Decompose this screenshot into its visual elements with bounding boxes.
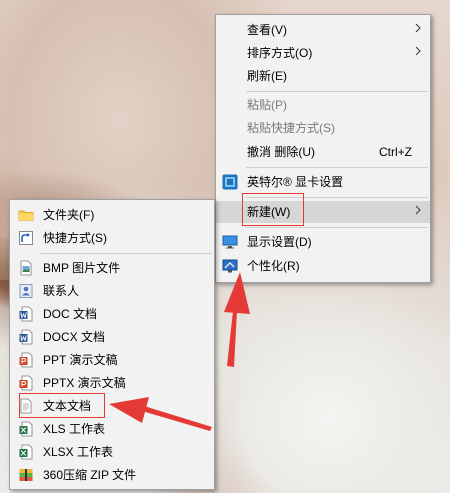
chevron-right-icon: [415, 23, 421, 33]
submenu-item-docx[interactable]: DOCX 文档: [10, 326, 214, 348]
submenu-item-label: 360压缩 ZIP 文件: [43, 468, 137, 482]
submenu-item-zip[interactable]: 360压缩 ZIP 文件: [10, 464, 214, 486]
shortcut-icon: [19, 231, 33, 245]
submenu-item-ppt[interactable]: PPT 演示文稿: [10, 349, 214, 371]
menu-separator: [40, 253, 212, 254]
menu-item-label: 排序方式(O): [247, 46, 313, 60]
pptx-file-icon: [19, 375, 33, 391]
chevron-right-icon: [415, 205, 421, 215]
submenu-item-shortcut[interactable]: 快捷方式(S): [10, 227, 214, 249]
submenu-item-label: 文件夹(F): [43, 208, 95, 222]
submenu-item-label: PPTX 演示文稿: [43, 376, 126, 390]
menu-item-label: 撤消 删除(U): [247, 145, 315, 159]
folder-icon: [18, 210, 34, 221]
menu-item-label: 个性化(R): [247, 259, 300, 273]
chevron-right-icon: [415, 46, 421, 56]
menu-item-label: 显示设置(D): [247, 235, 312, 249]
submenu-item-doc[interactable]: DOC 文档: [10, 303, 214, 325]
menu-item-label: 英特尔® 显卡设置: [247, 175, 344, 189]
submenu-item-folder[interactable]: 文件夹(F): [10, 204, 214, 226]
menu-item-view[interactable]: 查看(V): [216, 19, 430, 41]
submenu-item-label: 联系人: [43, 284, 80, 298]
display-settings-icon: [222, 235, 238, 249]
xlsx-file-icon: [19, 444, 33, 460]
submenu-item-pptx[interactable]: PPTX 演示文稿: [10, 372, 214, 394]
submenu-item-label: 快捷方式(S): [43, 231, 107, 245]
doc-file-icon: [19, 306, 33, 322]
menu-item-undo-delete[interactable]: 撤消 删除(U) Ctrl+Z: [216, 141, 430, 163]
menu-item-paste-shortcut[interactable]: 粘贴快捷方式(S): [216, 117, 430, 139]
submenu-item-label: DOCX 文档: [43, 330, 106, 344]
menu-separator: [246, 91, 428, 92]
menu-item-intel-graphics[interactable]: 英特尔® 显卡设置: [216, 171, 430, 193]
menu-item-refresh[interactable]: 刷新(E): [216, 65, 430, 87]
submenu-item-contact[interactable]: 联系人: [10, 280, 214, 302]
annotation-box-new: [242, 193, 304, 226]
personalize-icon: [222, 259, 238, 273]
submenu-item-bmp[interactable]: BMP 图片文件: [10, 257, 214, 279]
submenu-item-label: XLS 工作表: [43, 422, 106, 436]
menu-separator: [246, 167, 428, 168]
xls-file-icon: [19, 421, 33, 437]
annotation-box-text-document: [19, 393, 105, 418]
menu-item-sort-by[interactable]: 排序方式(O): [216, 42, 430, 64]
menu-item-shortcut: Ctrl+Z: [379, 145, 412, 159]
menu-separator: [246, 227, 428, 228]
submenu-item-xlsx[interactable]: XLSX 工作表: [10, 441, 214, 463]
submenu-item-label: BMP 图片文件: [43, 261, 121, 275]
zip-archive-icon: [19, 469, 33, 481]
bmp-file-icon: [20, 260, 32, 276]
menu-item-label: 粘贴(P): [247, 98, 287, 112]
contact-icon: [19, 284, 33, 298]
submenu-item-label: DOC 文档: [43, 307, 98, 321]
submenu-item-label: XLSX 工作表: [43, 445, 114, 459]
new-submenu: 文件夹(F) 快捷方式(S) BMP 图片文件 联系人 DOC 文档 DOCX …: [9, 199, 215, 490]
menu-item-paste[interactable]: 粘贴(P): [216, 94, 430, 116]
desktop-context-menu: 查看(V) 排序方式(O) 刷新(E) 粘贴(P) 粘贴快捷方式(S) 撤消 删…: [215, 14, 431, 283]
menu-item-display-settings[interactable]: 显示设置(D): [216, 231, 430, 253]
ppt-file-icon: [19, 352, 33, 368]
submenu-item-xls[interactable]: XLS 工作表: [10, 418, 214, 440]
menu-item-label: 粘贴快捷方式(S): [247, 121, 335, 135]
docx-file-icon: [19, 329, 33, 345]
menu-item-label: 刷新(E): [247, 69, 287, 83]
submenu-item-label: PPT 演示文稿: [43, 353, 118, 367]
menu-item-personalize[interactable]: 个性化(R): [216, 255, 430, 277]
intel-graphics-icon: [222, 174, 238, 190]
menu-item-label: 查看(V): [247, 23, 287, 37]
